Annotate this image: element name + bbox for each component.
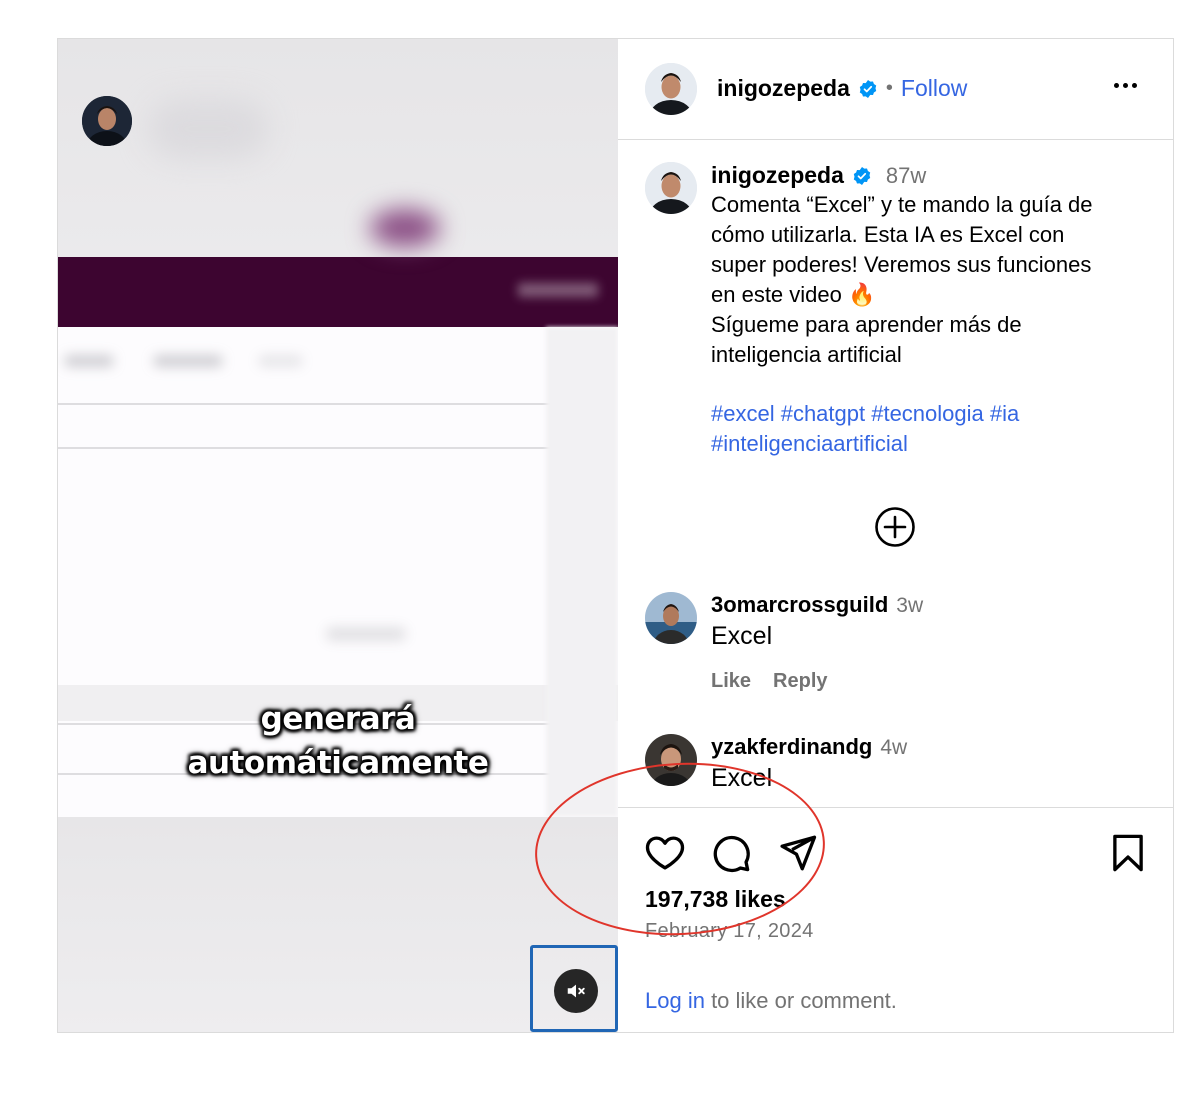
verified-badge-icon (853, 166, 871, 185)
caption-line: super poderes! Veremos sus funciones (711, 252, 1092, 277)
caption-avatar[interactable] (645, 162, 697, 214)
avatar-image (645, 63, 697, 115)
avatar-image (82, 96, 132, 146)
bookmark-icon[interactable] (1107, 832, 1149, 874)
video-blur-top (58, 39, 618, 259)
avatar-image (645, 162, 697, 214)
caption-line: cómo utilizarla. Esta IA es Excel con (711, 222, 1065, 247)
video-subtitle: generará automáticamente (58, 697, 618, 785)
follow-button[interactable]: Follow (901, 75, 967, 102)
comment-username[interactable]: 3omarcrossguild (711, 592, 888, 618)
comment-username[interactable]: yzakferdinandg (711, 734, 872, 760)
comments-scroll-area[interactable]: inigozepeda 87w Comenta “Excel” y te man… (618, 140, 1173, 807)
comment-actions: Like Reply (711, 670, 828, 693)
caption-line: en este video 🔥 (711, 282, 876, 307)
comment-like-button[interactable]: Like (711, 670, 751, 693)
hashtag-line[interactable]: #inteligenciaartificial (711, 429, 1151, 459)
login-prompt-text: to like or comment. (704, 988, 897, 1013)
caption-age: 87w (885, 162, 927, 188)
subtitle-line-2: automáticamente (187, 745, 489, 781)
header-username[interactable]: inigozepeda (717, 75, 850, 102)
video-cursor-blur (370, 209, 440, 247)
caption-text: Comenta “Excel” y te mando la guía de có… (711, 190, 1151, 370)
mute-button[interactable] (554, 969, 598, 1013)
header-separator: • (885, 77, 893, 99)
header-avatar[interactable] (645, 63, 697, 115)
header-user-info: inigozepeda • Follow (717, 75, 967, 102)
hashtags: #excel #chatgpt #tecnologia #ia #intelig… (711, 399, 1151, 459)
mute-focus-frame (530, 945, 618, 1032)
speaker-muted-icon (567, 984, 585, 998)
comment-age: 3w (896, 594, 924, 617)
comment-age: 4w (880, 736, 908, 759)
video-purple-bar (58, 257, 618, 327)
verified-badge-icon (859, 79, 877, 98)
login-prompt: Log in to like or comment. (645, 988, 897, 1014)
video-blur-ghost (148, 99, 268, 159)
subtitle-line-1: generará (260, 701, 416, 737)
avatar-image (645, 592, 697, 644)
comment-text: Excel (711, 622, 773, 650)
video-player[interactable]: generará automáticamente (58, 39, 618, 1032)
caption-line: Comenta “Excel” y te mando la guía de (711, 192, 1093, 217)
caption-username[interactable]: inigozepeda (711, 162, 844, 189)
caption-line: Sígueme para aprender más de (711, 312, 1022, 337)
load-more-comments-icon[interactable] (874, 506, 916, 548)
comment-user-line: 3omarcrossguild 3w (711, 592, 923, 618)
caption-user-line: inigozepeda 87w (711, 162, 926, 189)
more-options-icon[interactable] (1114, 75, 1144, 95)
comment-user-line: yzakferdinandg 4w (711, 734, 907, 760)
hashtag-line[interactable]: #excel #chatgpt #tecnologia #ia (711, 399, 1151, 429)
comment-reply-button[interactable]: Reply (773, 670, 827, 693)
comment-avatar[interactable] (645, 592, 697, 644)
video-owner-avatar[interactable] (82, 96, 132, 146)
caption-line: inteligencia artificial (711, 342, 902, 367)
post-header: inigozepeda • Follow (618, 39, 1173, 140)
login-link[interactable]: Log in (645, 988, 705, 1013)
